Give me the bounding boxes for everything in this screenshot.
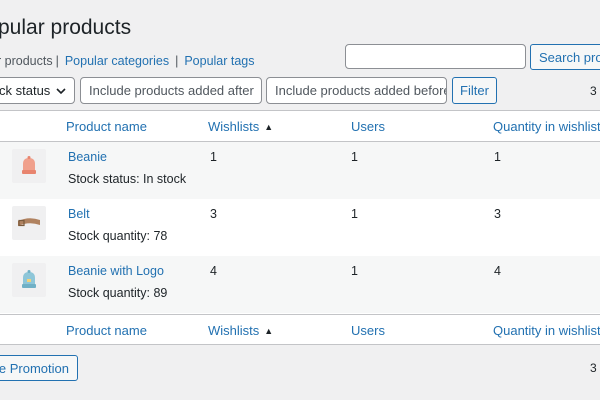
footer-column-users[interactable]: Users <box>351 323 385 338</box>
stock-status-select[interactable]: ck status <box>0 77 75 104</box>
sort-ascending-icon: ▲ <box>264 326 274 336</box>
wishlists-cell: 4 <box>210 264 217 278</box>
filter-button[interactable]: Filter <box>452 77 497 104</box>
wishlists-cell: 1 <box>210 150 217 164</box>
table-row: Belt Stock quantity: 78 3 1 3 <box>0 199 600 256</box>
belt-icon <box>12 206 46 240</box>
chevron-down-icon <box>56 88 66 95</box>
footer-column-quantity-in-wishlist[interactable]: Quantity in wishlist <box>493 323 600 338</box>
beanie-with-logo-icon <box>12 263 46 297</box>
users-cell: 1 <box>351 207 358 221</box>
items-count-top: 3 <box>590 84 597 98</box>
beanie-icon <box>12 149 46 183</box>
wishlists-cell: 3 <box>210 207 217 221</box>
search-input[interactable] <box>345 44 526 69</box>
subnav-popular-tags[interactable]: Popular tags <box>184 54 254 68</box>
search-products-button[interactable]: Search products <box>530 44 600 70</box>
subnav-current: r products <box>0 54 53 68</box>
product-name-link[interactable]: Beanie <box>68 150 107 164</box>
page-title: pular products <box>0 16 132 39</box>
quantity-cell: 3 <box>494 207 501 221</box>
column-product-name[interactable]: Product name <box>66 119 147 134</box>
table-footer: Product name Wishlists ▲ Users Quantity i… <box>0 314 600 345</box>
table-row: Beanie Stock status: In stock 1 1 1 <box>0 142 600 199</box>
table-row: Beanie with Logo Stock quantity: 89 4 1 … <box>0 256 600 313</box>
footer-column-wishlists-label: Wishlists <box>208 323 260 338</box>
column-quantity-in-wishlist[interactable]: Quantity in wishlist <box>493 119 600 134</box>
footer-column-product-name[interactable]: Product name <box>66 323 147 338</box>
subnav-popular-categories[interactable]: Popular categories <box>65 54 169 68</box>
table-header: Product name Wishlists ▲ Users Quantity i… <box>0 111 600 142</box>
stock-status-label: ck status <box>0 83 51 98</box>
sort-ascending-icon: ▲ <box>264 122 274 132</box>
added-after-input[interactable]: Include products added after <box>80 77 262 104</box>
popular-products-table: Product name Wishlists ▲ Users Quantity i… <box>0 110 600 345</box>
users-cell: 1 <box>351 150 358 164</box>
column-wishlists[interactable]: Wishlists ▲ <box>208 119 273 134</box>
items-count-bottom: 3 <box>590 361 597 375</box>
quantity-cell: 1 <box>494 150 501 164</box>
subnav: r products | Popular categories | Popular ta… <box>0 54 255 68</box>
product-stock: Stock quantity: 89 <box>68 286 168 300</box>
product-name-link[interactable]: Belt <box>68 207 90 221</box>
quantity-cell: 4 <box>494 264 501 278</box>
create-promotion-button[interactable]: ate Promotion <box>0 355 78 381</box>
product-stock: Stock status: In stock <box>68 172 187 186</box>
users-cell: 1 <box>351 264 358 278</box>
footer-column-wishlists[interactable]: Wishlists ▲ <box>208 323 273 338</box>
column-wishlists-label: Wishlists <box>208 119 260 134</box>
column-users[interactable]: Users <box>351 119 385 134</box>
added-before-input[interactable]: Include products added before <box>266 77 447 104</box>
product-stock: Stock quantity: 78 <box>68 229 168 243</box>
product-name-link[interactable]: Beanie with Logo <box>68 264 164 278</box>
